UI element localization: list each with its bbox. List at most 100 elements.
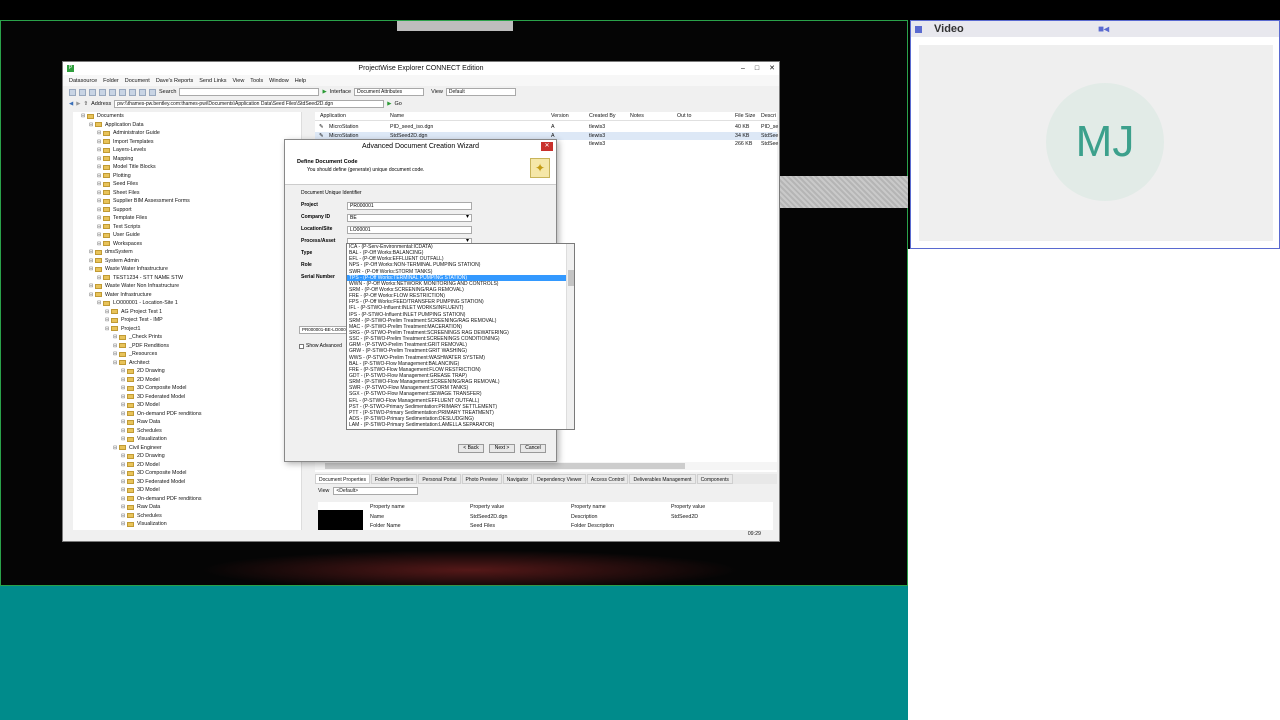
tree-folder-item[interactable]: ⊟ _Check Prints (113, 333, 162, 342)
tree-folder-item[interactable]: ⊟ 2D Model (121, 376, 160, 385)
tree-folder-item[interactable]: ⊟ Project1 (105, 325, 140, 334)
dropdown-scrollbar[interactable] (566, 244, 574, 429)
address-input[interactable]: pw:\\thames-pw.bentley.com:thames-pwi\Do… (114, 100, 385, 108)
open-icon[interactable] (79, 88, 86, 96)
tree-folder-item[interactable]: ⊟ Seed Files (97, 180, 138, 189)
bottom-tab[interactable]: Document Properties (315, 474, 370, 484)
tree-folder-item[interactable]: ⊟ dmsSystem (89, 248, 133, 257)
bottom-tab[interactable]: Navigator (502, 474, 533, 484)
tree-folder-item[interactable]: ⊟ Sheet Files (97, 189, 140, 198)
forward-icon[interactable]: ▶ (76, 101, 80, 107)
col-description[interactable]: Descri (761, 113, 776, 119)
wizard-field-input[interactable]: PR000001 (347, 202, 472, 210)
tree-folder-item[interactable]: ⊟ Visualization (121, 435, 167, 444)
details-view-icon[interactable] (139, 88, 146, 96)
share-top-bar[interactable] (397, 21, 513, 31)
wizard-field-input[interactable]: BE (347, 214, 472, 222)
tree-folder-item[interactable]: ⊟ Raw Data (121, 418, 160, 427)
tree-folder-item[interactable]: ⊟ Water Infrastructure (89, 291, 152, 300)
go-search-icon[interactable]: ▶ (322, 89, 326, 95)
up-icon[interactable]: ⇧ (83, 101, 88, 107)
document-list-hscroll[interactable] (315, 462, 777, 470)
tree-folder-item[interactable]: ⊟ Layers-Levels (97, 146, 146, 155)
lock-icon[interactable] (99, 88, 106, 96)
col-out-to[interactable]: Out to (677, 113, 691, 119)
document-row[interactable]: ✎ MicroStation PID_seed_iso.dgn Atlewis3 40 … (315, 123, 778, 132)
tree-folder-item[interactable]: ⊟ 2D Drawing (121, 367, 165, 376)
tree-folder-item[interactable]: ⊟ Support (97, 206, 132, 215)
bottom-tab[interactable]: Deliverables Management (629, 474, 696, 484)
bottom-tab[interactable]: Personal Portal (418, 474, 461, 484)
tree-folder-item[interactable]: ⊟ Mapping (97, 155, 133, 164)
dropdown-option[interactable]: LAM - (P-STWO-Primary Sedimentation:LAME… (347, 422, 574, 428)
tree-folder-item[interactable]: ⊟ Template Files (97, 214, 147, 223)
checkbox-icon[interactable] (299, 343, 304, 349)
tree-folder-item[interactable]: ⊟ TEST1234 - STT NAME STW (97, 274, 183, 283)
tree-folder-item[interactable]: ⊟ Text Scripts (97, 223, 140, 232)
tree-folder-item[interactable]: ⊟ _Resources (113, 350, 157, 359)
tree-folder-item[interactable]: ⊟ 2D Model (121, 461, 160, 470)
video-panel-header[interactable]: Video ■◂ (911, 21, 1279, 37)
tree-folder-item[interactable]: ⊟ 3D Model (121, 401, 160, 410)
col-name[interactable]: Name (390, 113, 404, 119)
tree-folder-item[interactable]: ⊟ 3D Federated Model (121, 478, 185, 487)
tree-folder-item[interactable]: ⊟ Schedules (121, 512, 162, 521)
bottom-tab[interactable]: Access Control (586, 474, 629, 484)
new-icon[interactable] (69, 88, 76, 96)
menu-view[interactable]: View (232, 78, 244, 84)
menu-document[interactable]: Document (125, 78, 150, 84)
menu-datasource[interactable]: Datasource (69, 78, 97, 84)
back-icon[interactable]: ◀ (69, 101, 73, 107)
minimize-icon[interactable]: – (741, 62, 745, 75)
col-version[interactable]: Version (551, 113, 569, 119)
tree-folder-item[interactable]: ⊟ Model Title Blocks (97, 163, 156, 172)
tree-folder-item[interactable]: ⊟ User Guide (97, 231, 140, 240)
tree-folder-item[interactable]: ⊟ Visualization (121, 520, 167, 529)
menu-window[interactable]: Window (269, 78, 289, 84)
maximize-icon[interactable]: □ (755, 62, 759, 75)
menu-send-links[interactable]: Send Links (199, 78, 226, 84)
camera-icon[interactable]: ■◂ (1098, 24, 1109, 35)
tree-folder-item[interactable]: ⊟ On-demand PDF renditions (121, 410, 201, 419)
tree-folder-item[interactable]: ⊟ Raw Data (121, 503, 160, 512)
tree-folder-item[interactable]: ⊟ Architect (113, 359, 150, 368)
view-select[interactable]: Default (445, 88, 516, 96)
search-input[interactable] (179, 88, 320, 96)
menu-help[interactable]: Help (295, 78, 306, 84)
tree-folder-item[interactable]: ⊟ 3D Composite Model (121, 469, 186, 478)
back-button[interactable]: < Back (458, 444, 484, 453)
tree-folder-item[interactable]: ⊟ System Admin (89, 257, 139, 266)
bottom-tab[interactable]: Photo Preview (461, 474, 502, 484)
menu-tools[interactable]: Tools (250, 78, 263, 84)
interface-select[interactable]: Document Attributes (354, 88, 425, 96)
search-icon[interactable] (149, 88, 156, 96)
col-notes[interactable]: Notes (630, 113, 644, 119)
scroll-thumb[interactable] (325, 463, 685, 469)
tree-folder-item[interactable]: ⊟ On-demand PDF renditions (121, 495, 201, 504)
tree-folder-item[interactable]: ⊟ Workspaces (97, 240, 142, 249)
bottom-tab[interactable]: Folder Properties (370, 474, 418, 484)
tree-folder-item[interactable]: ⊟ AG Project Test 1 (105, 308, 162, 317)
show-advanced-checkbox[interactable]: Show Advanced (299, 343, 342, 349)
tree-folder-item[interactable]: ⊟ Administrator Guide (97, 129, 160, 138)
tree-folder-item[interactable]: ⊟ Schedules (121, 427, 162, 436)
tree-folder-item[interactable]: ⊟ Waste Water Non Infrastructure (89, 282, 179, 291)
tree-folder-item[interactable]: ⊟ Civil Engineer (113, 444, 162, 453)
tree-folder-item[interactable]: ⊟ 2D Drawing (121, 452, 165, 461)
next-button[interactable]: Next > (489, 444, 515, 453)
tree-folder-item[interactable]: ⊟ 3D Model (121, 486, 160, 495)
menu-folder[interactable]: Folder (103, 78, 119, 84)
go-icon[interactable]: ▶ (387, 101, 391, 107)
menu-daves-reports[interactable]: Dave's Reports (156, 78, 193, 84)
col-application[interactable]: Application (320, 113, 346, 119)
tree-folder-item[interactable]: ⊟ Waste Water Infrastructure (89, 265, 168, 274)
tree-folder-item[interactable]: ⊟ Import Templates (97, 138, 154, 147)
cancel-button[interactable]: Cancel (520, 444, 546, 453)
wizard-close-icon[interactable]: ✕ (541, 142, 553, 151)
close-icon[interactable]: ✕ (769, 62, 775, 75)
delete-icon[interactable] (109, 88, 116, 96)
tree-folder-item[interactable]: ⊟ _PDF Renditions (113, 342, 169, 351)
tree-folder-item[interactable]: ⊟ Documents (81, 112, 124, 121)
col-created-by[interactable]: Created By (589, 113, 616, 119)
list-view-icon[interactable] (129, 88, 136, 96)
